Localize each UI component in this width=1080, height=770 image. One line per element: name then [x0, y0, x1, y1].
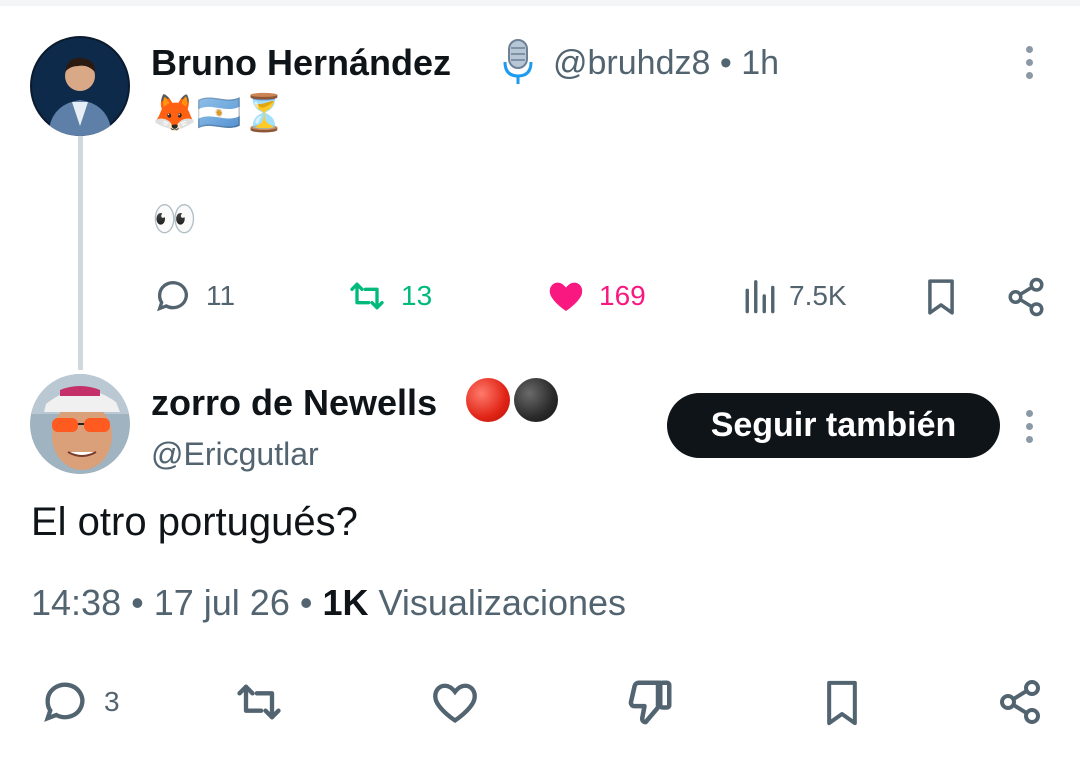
tweet-date[interactable]: 17 jul 26 — [154, 582, 290, 623]
retweet-count: 13 — [401, 280, 433, 311]
heart-icon — [433, 683, 477, 724]
tweet-text: El otro portugués? — [31, 500, 358, 544]
time-ago[interactable]: 1h — [741, 44, 779, 82]
views-button[interactable]: 7.5K — [743, 276, 847, 316]
separator-dot: • — [719, 44, 732, 82]
tweet-time[interactable]: 14:38 — [31, 582, 121, 623]
bookmark-button[interactable] — [820, 676, 864, 730]
dislike-button[interactable] — [622, 676, 676, 730]
reply-icon — [44, 682, 85, 722]
red-circle-icon — [466, 378, 510, 422]
author-handle[interactable]: @Ericgutlar — [151, 436, 319, 473]
author-name[interactable]: zorro de Newells — [151, 382, 437, 424]
name-badges — [466, 378, 558, 422]
like-button[interactable] — [428, 676, 482, 728]
separator-dot: • — [299, 582, 313, 623]
handle-text[interactable]: @bruhdz8 — [553, 44, 710, 82]
like-button[interactable]: 169 — [545, 276, 646, 316]
separator-dot: • — [131, 582, 144, 623]
reply-button[interactable]: 3 — [38, 676, 120, 728]
microphone-icon — [500, 38, 536, 91]
reply-count: 3 — [104, 686, 120, 717]
reply-icon — [156, 281, 188, 312]
share-button[interactable] — [1005, 276, 1047, 318]
tweet-metadata: 14:38 • 17 jul 26 • 1K Visualizaciones — [31, 582, 626, 624]
retweet-icon — [350, 282, 384, 310]
like-count: 169 — [599, 280, 646, 311]
author-handle[interactable]: @bruhdz8 • 1h — [553, 44, 779, 83]
views-count: 7.5K — [789, 280, 847, 311]
bookmark-button[interactable] — [922, 276, 960, 318]
bookmark-icon — [928, 279, 954, 315]
black-circle-icon — [514, 378, 558, 422]
share-button[interactable] — [996, 676, 1044, 728]
top-divider — [0, 0, 1080, 6]
avatar[interactable] — [30, 374, 130, 474]
reply-count: 11 — [206, 280, 236, 311]
bookmark-icon — [827, 680, 857, 726]
tweet-emojis-eyes: 👀 — [152, 199, 197, 240]
thread-connector — [78, 136, 83, 370]
thumbs-down-icon — [628, 680, 672, 725]
follow-button[interactable]: Seguir también — [667, 393, 1000, 458]
retweet-icon — [237, 684, 281, 720]
more-options-icon[interactable] — [1024, 46, 1034, 79]
share-icon — [1008, 277, 1044, 317]
retweet-button[interactable] — [229, 676, 289, 728]
views-label[interactable]: Visualizaciones — [379, 582, 626, 623]
share-icon — [1000, 680, 1040, 724]
heart-filled-icon — [549, 282, 583, 311]
more-options-icon[interactable] — [1024, 410, 1034, 443]
tweet-emojis: 🦊🇦🇷⏳ — [152, 93, 287, 134]
reply-button[interactable]: 11 — [152, 276, 235, 316]
views-chart-icon — [745, 280, 775, 314]
retweet-button[interactable]: 13 — [345, 276, 432, 316]
author-name[interactable]: Bruno Hernández — [151, 42, 451, 84]
avatar[interactable] — [30, 36, 130, 136]
views-count: 1K — [322, 582, 369, 623]
